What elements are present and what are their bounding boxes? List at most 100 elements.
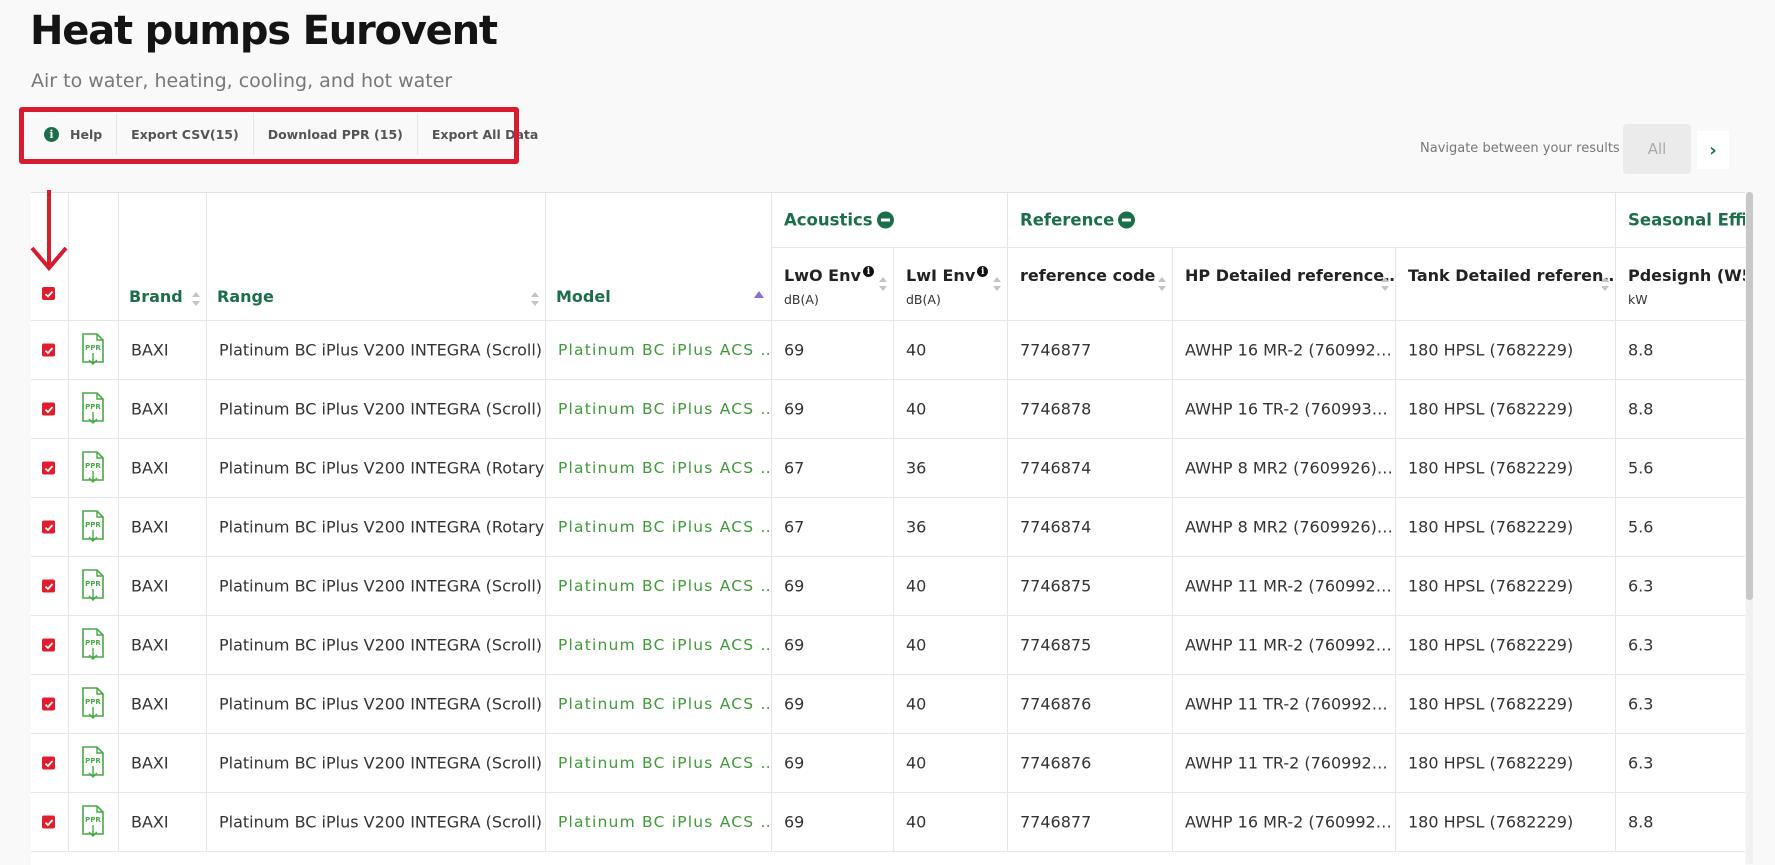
download-ppr-button[interactable]: Download PPR (15) [253,113,418,155]
header-range[interactable]: Range [207,193,546,321]
cell-model-text[interactable]: Platinum BC iPlus ACS … [558,636,771,654]
cell-brand-text: BAXI [131,576,169,596]
row-checkbox[interactable] [42,638,55,652]
cell-model-text[interactable]: Platinum BC iPlus ACS … [558,341,771,359]
cell-model[interactable]: Platinum BC iPlus ACS … [546,557,772,616]
cell-model-text[interactable]: Platinum BC iPlus ACS … [558,754,771,772]
cell-model[interactable]: Platinum BC iPlus ACS … [546,498,772,557]
cell-tank-ref-text: 180 HPSL (7682229) [1408,812,1574,832]
cell-pdesignh: 5.6 [1616,498,1745,557]
group-acoustics: Acoustics [772,193,1008,248]
cell-hp-ref-text: AWHP 11 MR-2 (760992… [1185,635,1392,655]
header-lwi-env-unit: dB(A) [906,292,941,307]
cell-reference-code-text: 7746877 [1020,340,1092,360]
cell-model-text[interactable]: Platinum BC iPlus ACS … [558,400,771,418]
cell-pdesignh: 6.3 [1616,557,1745,616]
row-ppr-cell: PPR [69,675,119,734]
cell-reference-code-text: 7746876 [1020,753,1092,773]
select-all-checkbox[interactable] [42,287,55,300]
ppr-download-icon[interactable]: PPR [80,687,106,721]
toolbar: i Help Export CSV(15) Download PPR (15) … [30,113,553,155]
cell-model-text[interactable]: Platinum BC iPlus ACS … [558,813,771,831]
cell-reference-code-text: 7746874 [1020,458,1092,478]
row-checkbox[interactable] [42,579,55,593]
header-tank-detailed-reference[interactable]: Tank Detailed referen… [1396,248,1616,321]
row-ppr-cell: PPR [69,439,119,498]
row-checkbox[interactable] [42,461,55,475]
cell-model[interactable]: Platinum BC iPlus ACS … [546,675,772,734]
cell-range: Platinum BC iPlus V200 INTEGRA (Rotary) [207,498,546,557]
collapse-icon[interactable] [876,211,894,229]
sort-icon [879,277,887,291]
cell-lwi-env: 40 [894,734,1008,793]
cell-lwo-env-text: 69 [784,812,805,832]
cell-model-text[interactable]: Platinum BC iPlus ACS … [558,695,771,713]
cell-model[interactable]: Platinum BC iPlus ACS … [546,616,772,675]
cell-lwi-env-text: 40 [906,753,927,773]
row-select-cell [31,675,69,734]
cell-model-text[interactable]: Platinum BC iPlus ACS … [558,577,771,595]
export-all-data-button[interactable]: Export All Data [417,113,553,155]
ppr-download-icon[interactable]: PPR [80,510,106,544]
cell-model[interactable]: Platinum BC iPlus ACS … [546,793,772,852]
header-lwi-env[interactable]: LwI Env i dB(A) [894,248,1008,321]
cell-brand-text: BAXI [131,694,169,714]
header-model[interactable]: Model [546,193,772,321]
vertical-scrollbar[interactable] [1746,192,1753,864]
cell-hp-ref-text: AWHP 11 TR-2 (760992… [1185,694,1388,714]
ppr-download-icon[interactable]: PPR [80,628,106,662]
sort-icon [993,277,1001,291]
svg-text:PPR: PPR [85,521,101,529]
cell-brand-text: BAXI [131,458,169,478]
cell-brand-text: BAXI [131,340,169,360]
cell-model[interactable]: Platinum BC iPlus ACS … [546,734,772,793]
info-icon[interactable]: i [977,266,989,277]
header-pdesignh[interactable]: Pdesignh (W55 kW [1616,248,1745,321]
ppr-download-icon[interactable]: PPR [80,392,106,426]
cell-model[interactable]: Platinum BC iPlus ACS … [546,380,772,439]
row-checkbox[interactable] [42,402,55,416]
ppr-download-icon[interactable]: PPR [80,805,106,839]
ppr-download-icon[interactable]: PPR [80,451,106,485]
header-hp-detailed-reference[interactable]: HP Detailed reference… [1173,248,1396,321]
info-icon: i [44,126,59,142]
cell-lwi-env-text: 40 [906,576,927,596]
cell-reference-code-text: 7746875 [1020,635,1092,655]
cell-tank-ref-text: 180 HPSL (7682229) [1408,694,1574,714]
row-checkbox[interactable] [42,343,55,357]
header-lwo-env[interactable]: LwO Env i dB(A) [772,248,894,321]
cell-range: Platinum BC iPlus V200 INTEGRA (Scroll) [207,557,546,616]
row-checkbox[interactable] [42,756,55,770]
export-csv-button[interactable]: Export CSV(15) [117,113,254,155]
ppr-download-icon[interactable]: PPR [80,333,106,367]
cell-hp-ref-text: AWHP 8 MR2 (7609926)… [1185,517,1393,537]
cell-model-text[interactable]: Platinum BC iPlus ACS … [558,518,771,536]
scrollbar-thumb[interactable] [1746,192,1753,600]
cell-pdesignh-text: 5.6 [1628,517,1654,537]
navigator-all-button[interactable]: All [1623,124,1691,174]
help-button[interactable]: i Help [30,113,118,155]
cell-model[interactable]: Platinum BC iPlus ACS … [546,321,772,380]
cell-model[interactable]: Platinum BC iPlus ACS … [546,439,772,498]
ppr-download-icon[interactable]: PPR [80,569,106,603]
ppr-download-icon[interactable]: PPR [80,746,106,780]
header-reference-code[interactable]: reference code [1008,248,1173,321]
cell-pdesignh-text: 8.8 [1628,340,1654,360]
cell-lwi-env-text: 40 [906,694,927,714]
cell-model-text[interactable]: Platinum BC iPlus ACS … [558,459,771,477]
cell-range: Platinum BC iPlus V200 INTEGRA (Scroll) [207,616,546,675]
sort-icon [1601,277,1609,291]
collapse-icon[interactable] [1118,211,1136,229]
cell-brand: BAXI [119,321,207,380]
chevron-right-icon[interactable]: › [1697,131,1729,169]
header-brand[interactable]: Brand [119,193,207,321]
svg-text:PPR: PPR [85,816,101,824]
cell-lwo-env: 69 [772,557,894,616]
cell-pdesignh-text: 8.8 [1628,399,1654,419]
cell-range-text: Platinum BC iPlus V200 INTEGRA (Scroll) [219,340,543,360]
row-checkbox[interactable] [42,815,55,829]
info-icon[interactable]: i [862,266,874,277]
cell-reference-code: 7746874 [1008,498,1173,557]
row-checkbox[interactable] [42,520,55,534]
row-checkbox[interactable] [42,697,55,711]
